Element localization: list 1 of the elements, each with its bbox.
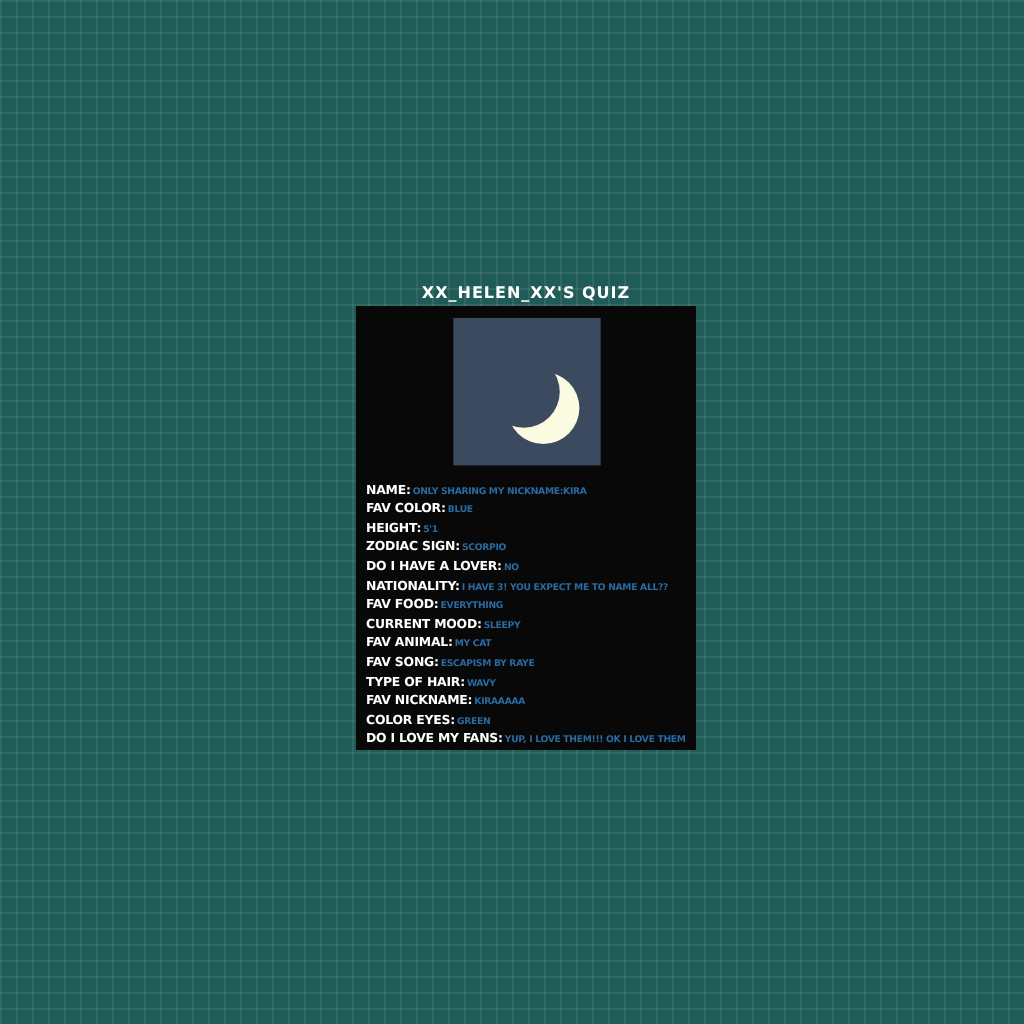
quiz-title: XX_HELEN_XX'S QUIZ xyxy=(421,282,631,306)
